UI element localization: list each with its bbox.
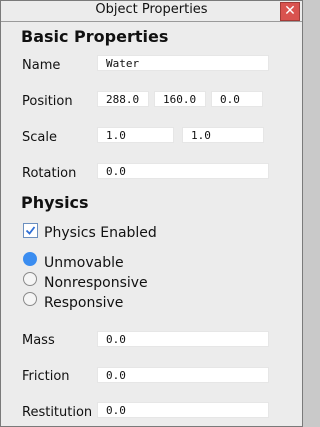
object-properties-window: Object Properties ✕ Basic Properties Nam…: [0, 0, 303, 427]
checkmark-icon: [25, 226, 36, 235]
position-label: Position: [22, 94, 73, 109]
mass-label: Mass: [22, 333, 55, 348]
restitution-label: Restitution: [22, 405, 93, 420]
mass-input[interactable]: 0.0: [97, 331, 269, 347]
restitution-input[interactable]: 0.0: [97, 402, 269, 418]
basic-properties-heading: Basic Properties: [21, 27, 169, 46]
unmovable-label: Unmovable: [44, 255, 124, 271]
position-x-input[interactable]: 288.0: [97, 91, 149, 107]
scale-label: Scale: [22, 130, 57, 145]
rotation-label: Rotation: [22, 166, 77, 181]
properties-panel: Basic Properties Name Water Position 288…: [1, 22, 302, 426]
position-z-input[interactable]: 0.0: [211, 91, 263, 107]
friction-input[interactable]: 0.0: [97, 367, 269, 383]
physics-enabled-checkbox[interactable]: [23, 223, 38, 238]
window-title: Object Properties: [95, 2, 208, 17]
physics-enabled-label: Physics Enabled: [44, 225, 157, 241]
scale-x-input[interactable]: 1.0: [97, 127, 174, 143]
friction-label: Friction: [22, 369, 70, 384]
name-label: Name: [22, 58, 61, 73]
responsive-radio[interactable]: [23, 292, 37, 306]
close-icon[interactable]: ✕: [280, 2, 300, 21]
nonresponsive-label: Nonresponsive: [44, 275, 148, 291]
physics-heading: Physics: [21, 193, 89, 212]
unmovable-radio[interactable]: [23, 252, 37, 266]
nonresponsive-radio[interactable]: [23, 272, 37, 286]
position-y-input[interactable]: 160.0: [154, 91, 206, 107]
scale-y-input[interactable]: 1.0: [182, 127, 264, 143]
name-input[interactable]: Water: [97, 55, 269, 71]
title-bar[interactable]: Object Properties ✕: [1, 1, 302, 22]
responsive-label: Responsive: [44, 295, 124, 311]
rotation-input[interactable]: 0.0: [97, 163, 269, 179]
